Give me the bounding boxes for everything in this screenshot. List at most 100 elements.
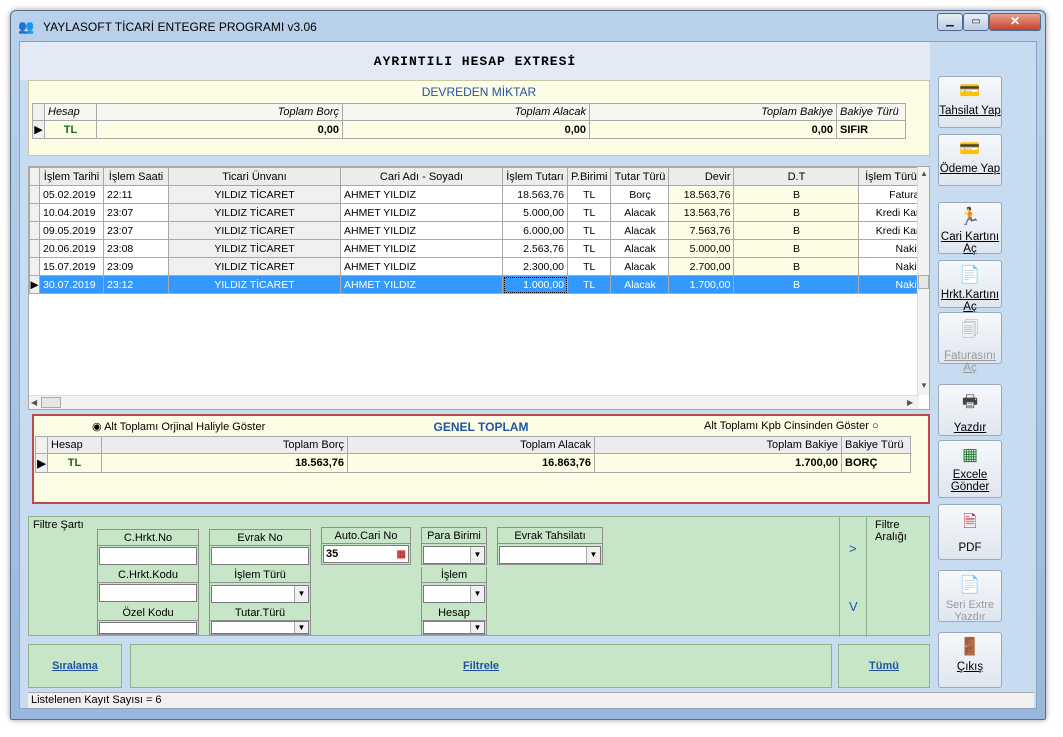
islem-select[interactable]: ▼: [423, 585, 485, 603]
filter-title: Filtre Şartı: [33, 519, 84, 531]
col-toplam-alacak[interactable]: Toplam Alacak: [347, 436, 595, 454]
pdf-icon: 🗎: [963, 512, 977, 531]
row-indicator-header: [35, 436, 48, 454]
cell: 1.700,00: [594, 453, 842, 473]
cell: 18.563,76: [502, 185, 568, 204]
col-dt[interactable]: D.T: [733, 167, 860, 186]
cell: TL: [566, 203, 612, 222]
cell: 18.563,76: [101, 453, 348, 473]
col-tutar-turu[interactable]: Tutar Türü: [610, 167, 670, 186]
seri-extre-button[interactable]: 📄 Seri Extre Yazdır: [938, 570, 1002, 623]
cell: Nakit: [858, 275, 924, 294]
col-toplam-alacak[interactable]: Toplam Alacak: [342, 103, 590, 121]
c-hrkt-no-input[interactable]: [99, 547, 197, 565]
c-hrkt-kodu-input[interactable]: [99, 584, 197, 602]
cell: TL: [44, 120, 97, 139]
table-row[interactable]: 10.04.2019 23:07 YILDIZ TİCARET AHMET YI…: [29, 203, 924, 222]
evrak-no-label: Evrak No: [210, 530, 310, 546]
hesap-select[interactable]: ▼: [423, 621, 485, 634]
col-bakiye-turu[interactable]: Bakiye Türü: [841, 436, 911, 454]
table-row[interactable]: 09.05.2019 23:07 YILDIZ TİCARET AHMET YI…: [29, 221, 924, 240]
col-islem-tarihi[interactable]: İşlem Tarihi: [39, 167, 104, 186]
col-hesap[interactable]: Hesap: [44, 103, 97, 121]
close-button[interactable]: ✕: [989, 13, 1041, 31]
horizontal-scrollbar[interactable]: ◀ ▶: [29, 395, 919, 409]
col-devir[interactable]: Devir: [668, 167, 735, 186]
devreden-row[interactable]: ▶ TL 0,00 0,00 0,00 SIFIR: [32, 120, 906, 139]
excele-gonder-button[interactable]: ▦ Excele Gönder: [938, 440, 1002, 498]
maximize-button[interactable]: ▭: [963, 13, 989, 31]
vertical-scrollbar[interactable]: ▲ ▼: [917, 167, 929, 395]
table-row[interactable]: 20.06.2019 23:08 YILDIZ TİCARET AHMET YI…: [29, 239, 924, 258]
col-toplam-bakiye[interactable]: Toplam Bakiye: [594, 436, 842, 454]
row-indicator: [29, 203, 40, 222]
islem-turu-select[interactable]: ▼: [211, 585, 309, 603]
faturasini-ac-button[interactable]: 🗐 Faturasını Aç: [938, 312, 1002, 374]
col-ticari-unvani[interactable]: Ticari Ünvanı: [168, 167, 341, 186]
calculator-icon[interactable]: ▦: [397, 547, 406, 563]
radio-kpb[interactable]: Alt Toplamı Kpb Cinsinden Göster ○: [704, 420, 879, 432]
siralama-button[interactable]: Sıralama: [28, 644, 122, 688]
col-toplam-borc[interactable]: Toplam Borç: [101, 436, 348, 454]
cell: TL: [566, 239, 612, 258]
cell: TL: [566, 185, 612, 204]
cell: Alacak: [610, 275, 670, 294]
scroll-left-icon[interactable]: ◀: [31, 398, 37, 407]
table-row-selected[interactable]: ▶ 30.07.2019 23:12 YILDIZ TİCARET AHMET …: [29, 275, 924, 294]
pdf-button[interactable]: 🗎 PDF: [938, 504, 1002, 560]
ozel-kodu-input[interactable]: [99, 622, 197, 634]
para-birimi-select[interactable]: ▼: [423, 546, 485, 564]
odeme-yap-button[interactable]: 💳 Ödeme Yap: [938, 134, 1002, 186]
tutar-turu-box: Tutar.Türü ▼: [209, 605, 311, 635]
col-cari-adi[interactable]: Cari Adı - Soyadı: [340, 167, 503, 186]
cell: Nakit: [858, 257, 924, 276]
cell: 18.563,76: [668, 185, 735, 204]
tahsilat-yap-button[interactable]: 💳 Tahsilat Yap: [938, 76, 1002, 128]
evrak-no-input[interactable]: [211, 547, 309, 565]
horizontal-scroll-thumb[interactable]: [41, 397, 61, 408]
hrkt-karti-button[interactable]: 📄 Hrkt.Kartını Aç: [938, 260, 1002, 313]
yazdir-button[interactable]: 🖶 Yazdır: [938, 384, 1002, 436]
cell: 15.07.2019: [39, 257, 104, 276]
col-bakiye-turu[interactable]: Bakiye Türü: [836, 103, 906, 121]
cell: 5.000,00: [502, 203, 568, 222]
filter-down-button[interactable]: V: [849, 599, 858, 614]
filtrele-button[interactable]: Filtrele: [130, 644, 832, 688]
col-islem-turu[interactable]: İşlem Türü: [858, 167, 924, 186]
genel-toplam-row[interactable]: ▶ TL 18.563,76 16.863,76 1.700,00 BORÇ: [35, 453, 911, 473]
col-p-birimi[interactable]: P.Birimi: [566, 167, 612, 186]
cell: AHMET YILDIZ: [340, 185, 503, 204]
minimize-button[interactable]: ▁: [937, 13, 963, 31]
cell: AHMET YILDIZ: [340, 257, 503, 276]
scroll-up-icon[interactable]: ▲: [920, 169, 928, 178]
col-toplam-borc[interactable]: Toplam Borç: [96, 103, 343, 121]
faturasini-ac-label: Faturasını Aç: [944, 350, 996, 374]
tumu-button[interactable]: Tümü: [838, 644, 930, 688]
page-title: AYRINTILI HESAP EXTRESİ: [20, 42, 930, 80]
transactions-panel: İşlem Tarihi İşlem Saati Ticari Ünvanı C…: [28, 166, 930, 410]
cell: 23:07: [103, 221, 169, 240]
col-hesap[interactable]: Hesap: [47, 436, 102, 454]
scroll-right-icon[interactable]: ▶: [907, 398, 913, 407]
vertical-scroll-thumb[interactable]: [918, 275, 929, 289]
cari-karti-button[interactable]: 🏃 Cari Kartını Aç: [938, 202, 1002, 255]
cell: SIFIR: [836, 120, 906, 139]
tutar-turu-select[interactable]: ▼: [211, 621, 309, 634]
evrak-tahsilati-select[interactable]: ▼: [499, 546, 601, 564]
cikis-label: Çıkış: [956, 661, 984, 673]
col-islem-tutari[interactable]: İşlem Tutarı: [502, 167, 568, 186]
tutar-turu-label: Tutar.Türü: [210, 605, 310, 621]
row-indicator: [29, 221, 40, 240]
cikis-button[interactable]: 🚪 Çıkış: [938, 632, 1002, 688]
filter-next-button[interactable]: >: [849, 541, 857, 556]
auto-cari-no-input[interactable]: 35 ▦: [323, 545, 409, 563]
radio-orjinal[interactable]: ◉ Alt Toplamı Orjinal Haliyle Göster: [92, 420, 265, 433]
payment-icon: 💳: [959, 139, 981, 158]
col-islem-saati[interactable]: İşlem Saati: [103, 167, 169, 186]
table-row[interactable]: 15.07.2019 23:09 YILDIZ TİCARET AHMET YI…: [29, 257, 924, 276]
cell: 20.06.2019: [39, 239, 104, 258]
row-pointer-icon: ▶: [29, 275, 40, 294]
col-toplam-bakiye[interactable]: Toplam Bakiye: [589, 103, 837, 121]
scroll-down-icon[interactable]: ▼: [920, 381, 928, 390]
table-row[interactable]: 05.02.2019 22:11 YILDIZ TİCARET AHMET YI…: [29, 185, 924, 204]
